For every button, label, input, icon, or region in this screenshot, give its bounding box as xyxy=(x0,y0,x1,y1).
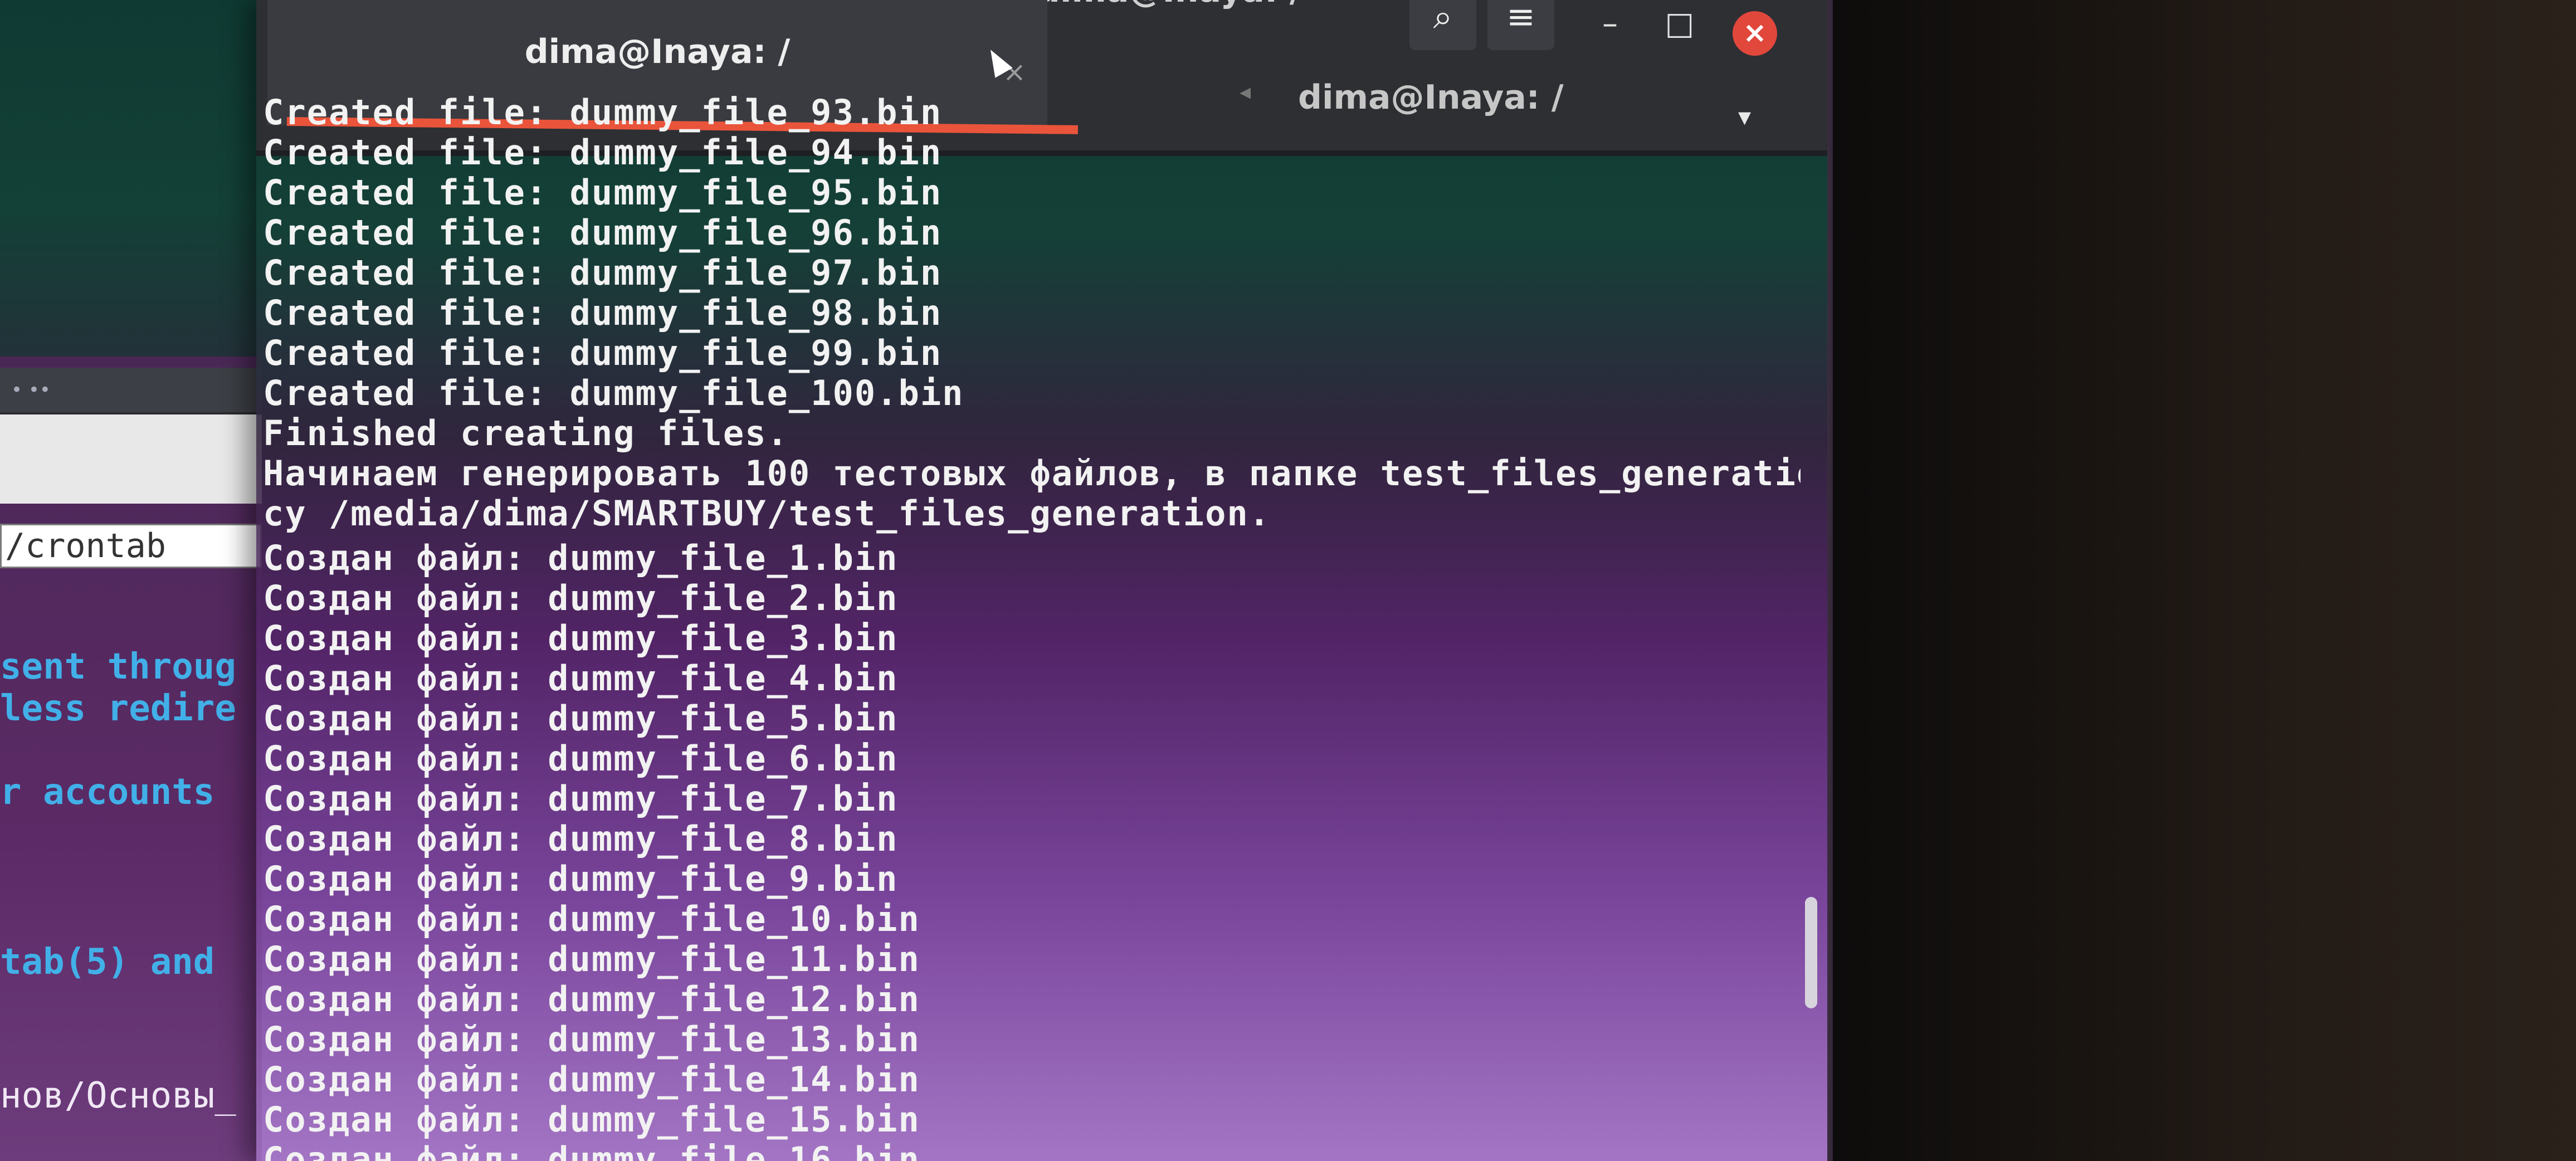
minimize-button[interactable]: – xyxy=(1588,6,1632,42)
background-window-line: sent throug xyxy=(0,646,236,687)
terminal-line: Created file: dummy_file_99.bin xyxy=(263,333,943,373)
terminal-line: Created file: dummy_file_95.bin xyxy=(263,172,943,213)
terminal-line: Создан файл: dummy_file_16.bin xyxy=(263,1139,920,1161)
terminal-line: Создан файл: dummy_file_1.bin xyxy=(263,538,899,578)
background-window-path-field[interactable]: /crontab xyxy=(0,524,262,568)
close-window-button[interactable]: × xyxy=(1733,11,1777,56)
background-window-line: less redire xyxy=(0,688,236,729)
terminal-line: Created file: dummy_file_96.bin xyxy=(263,212,943,253)
terminal-line: Создан файл: dummy_file_11.bin xyxy=(263,939,920,979)
terminal-line: Создан файл: dummy_file_12.bin xyxy=(263,979,920,1019)
more-icon: • •• xyxy=(11,379,51,401)
terminal-line: Создан файл: dummy_file_2.bin xyxy=(263,578,899,618)
terminal-line: Finished creating files. xyxy=(263,413,789,453)
background-window-line: tab(5) and xyxy=(0,942,215,983)
maximize-button[interactable]: □ xyxy=(1657,6,1702,42)
terminal-line: Created file: dummy_file_100.bin xyxy=(263,373,964,413)
window-title: dima@Inaya: / xyxy=(1036,0,1302,10)
terminal-line: Создан файл: dummy_file_15.bin xyxy=(263,1099,920,1140)
terminal-line: Создан файл: dummy_file_6.bin xyxy=(263,738,899,779)
terminal-line: Created file: dummy_file_98.bin xyxy=(263,292,943,333)
terminal-line: Начинаем генерировать 100 тестовых файло… xyxy=(263,453,1801,494)
monitor-bezel xyxy=(1833,0,2576,1161)
menu-button[interactable]: ≡ xyxy=(1487,0,1554,50)
terminal-line: Создан файл: dummy_file_9.bin xyxy=(263,858,899,899)
terminal-scrollbar[interactable] xyxy=(1805,897,1817,1008)
terminal-line: Создан файл: dummy_file_3.bin xyxy=(263,618,899,658)
terminal-line: су /media/dima/SMARTBUY/test_files_gener… xyxy=(263,493,1271,534)
terminal-line: Created file: dummy_file_94.bin xyxy=(263,132,943,173)
terminal-window[interactable]: dima@Inaya: / dima@Inaya: / × ◂ dima@Ina… xyxy=(256,0,1833,1161)
terminal-line: Создан файл: dummy_file_7.bin xyxy=(263,778,899,819)
background-window-line: r accounts xyxy=(0,772,215,813)
background-window-toolbar xyxy=(0,414,262,504)
terminal-line: Создан файл: dummy_file_14.bin xyxy=(263,1059,920,1100)
tab-active-label: dima@Inaya: / xyxy=(524,32,791,71)
terminal-output[interactable]: Created file: dummy_file_93.bin Created f… xyxy=(263,89,1801,1161)
terminal-line: Создан файл: dummy_file_5.bin xyxy=(263,698,899,739)
hamburger-menu-icon: ≡ xyxy=(1506,0,1535,37)
terminal-line: Создан файл: dummy_file_13.bin xyxy=(263,1019,920,1060)
search-button[interactable]: ⌕ xyxy=(1409,0,1476,50)
search-icon: ⌕ xyxy=(1433,0,1453,37)
background-window-titlebar[interactable]: • •• xyxy=(0,368,262,414)
terminal-line: Created file: dummy_file_97.bin xyxy=(263,252,943,293)
terminal-line: Создан файл: dummy_file_8.bin xyxy=(263,818,899,859)
background-window-line: нов/Основы_ xyxy=(0,1075,236,1116)
terminal-line: Создан файл: dummy_file_10.bin xyxy=(263,899,920,939)
terminal-line: Создан файл: dummy_file_4.bin xyxy=(263,658,899,699)
terminal-line: Created file: dummy_file_93.bin xyxy=(263,92,943,133)
